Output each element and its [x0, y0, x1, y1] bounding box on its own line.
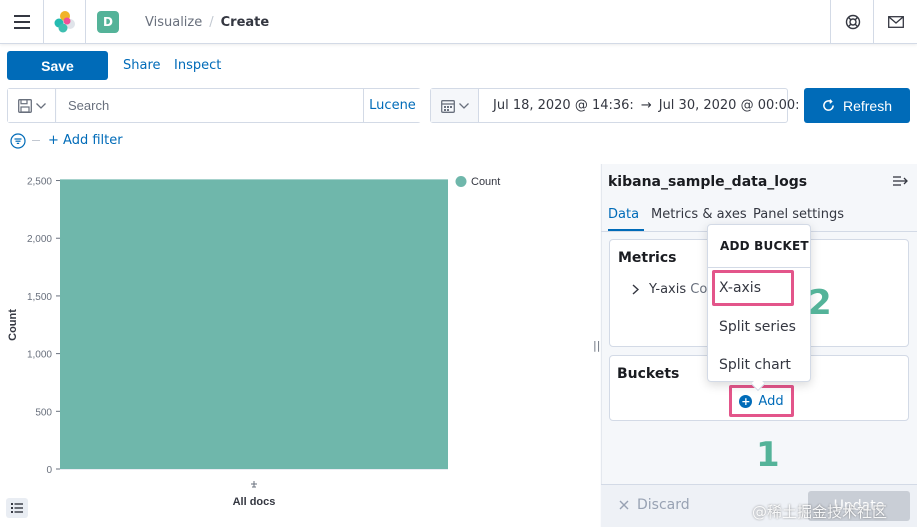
- discard-button[interactable]: Discard: [619, 497, 690, 513]
- filter-divider: [32, 140, 40, 141]
- annotation-step-2: 2: [808, 283, 832, 323]
- y-tick-label: 2,000: [27, 234, 52, 245]
- legend-swatch[interactable]: [455, 176, 467, 187]
- discard-label: Discard: [637, 497, 690, 513]
- refresh-button[interactable]: Refresh: [804, 88, 910, 123]
- metric-y-axis-desc: Co: [690, 282, 708, 297]
- metric-y-axis-label: Y-axis: [649, 282, 687, 297]
- legend-label-count[interactable]: Count: [471, 176, 500, 188]
- x-axis-highlight: [712, 270, 794, 306]
- add-filter-button[interactable]: + Add filter: [48, 133, 123, 148]
- refresh-label: Refresh: [842, 97, 893, 114]
- y-tick-label: 0: [46, 465, 52, 476]
- kibana-logo[interactable]: [44, 0, 86, 44]
- save-disk-icon: [17, 98, 32, 113]
- chevron-right-icon: [632, 284, 639, 295]
- y-tick-label: 2,500: [27, 177, 52, 188]
- date-range: Jul 18, 2020 @ 14:36: → Jul 30, 2020 @ 0…: [493, 89, 800, 122]
- arrow-right-icon: →: [640, 98, 652, 113]
- x-tick-mark: [251, 481, 257, 488]
- tab-data[interactable]: Data: [608, 207, 644, 231]
- metric-y-axis-row[interactable]: Y-axis Co: [632, 282, 707, 297]
- saved-query-button[interactable]: [8, 89, 56, 122]
- query-bar: Lucene: [7, 88, 421, 123]
- chevron-down-icon: [35, 102, 46, 109]
- panel-resize-handle[interactable]: ||: [593, 339, 600, 352]
- chevron-down-icon: [458, 102, 469, 109]
- help-button[interactable]: [830, 0, 874, 44]
- breadcrumb-separator: /: [209, 14, 214, 30]
- newsfeed-button[interactable]: [873, 0, 917, 44]
- date-picker: Jul 18, 2020 @ 14:36: → Jul 30, 2020 @ 0…: [430, 88, 800, 123]
- metrics-title: Metrics: [618, 250, 677, 266]
- calendar-icon: [440, 99, 455, 113]
- collapse-sidebar-icon[interactable]: [893, 175, 908, 187]
- save-button[interactable]: Save: [7, 51, 108, 80]
- inspect-link[interactable]: Inspect: [174, 58, 221, 73]
- elastic-logo-icon: [54, 11, 75, 33]
- bar-all-docs[interactable]: [60, 179, 448, 469]
- hamburger-icon: [13, 15, 30, 29]
- bar-chart: 05001,0001,5002,0002,500 All docs Count …: [7, 176, 500, 508]
- quick-date-button[interactable]: [431, 89, 479, 122]
- y-axis: 0 500 1,000 1,500 2,000 2,500: [27, 177, 60, 476]
- plus-circle-icon: +: [739, 394, 753, 408]
- search-input[interactable]: [57, 89, 363, 122]
- legend-toggle-button[interactable]: [6, 498, 28, 518]
- legend: Count: [455, 176, 500, 188]
- add-label: Add: [758, 393, 784, 409]
- buckets-title: Buckets: [617, 366, 680, 382]
- end-date[interactable]: Jul 30, 2020 @ 00:00:: [659, 98, 800, 113]
- y-axis-label: Count: [7, 309, 19, 341]
- refresh-icon: [823, 99, 834, 111]
- add-bucket-button[interactable]: + Add: [729, 385, 794, 417]
- filter-options-icon[interactable]: [10, 133, 26, 149]
- breadcrumb-visualize[interactable]: Visualize: [145, 15, 202, 30]
- y-tick-label: 1,500: [27, 292, 52, 303]
- menu-item-split-series[interactable]: Split series: [719, 319, 796, 335]
- space-avatar: D: [97, 11, 119, 33]
- start-date[interactable]: Jul 18, 2020 @ 14:36:: [493, 98, 634, 113]
- popover-title: ADD BUCKET: [720, 239, 809, 253]
- y-tick-label: 1,000: [27, 350, 52, 361]
- menu-button[interactable]: [0, 0, 44, 44]
- cross-icon: [619, 500, 629, 510]
- list-icon: [11, 503, 23, 513]
- watermark: @稀土掘金技术社区: [752, 503, 888, 521]
- breadcrumb: Visualize / Create: [145, 0, 269, 44]
- breadcrumb-create: Create: [220, 14, 270, 30]
- help-lifebuoy-icon: [845, 14, 860, 30]
- share-link[interactable]: Share: [123, 58, 161, 73]
- space-selector[interactable]: D: [86, 0, 130, 44]
- x-tick-label: All docs: [233, 496, 276, 508]
- popover-divider: [708, 267, 810, 268]
- mail-icon: [887, 16, 904, 28]
- query-language-button[interactable]: Lucene: [363, 89, 421, 122]
- menu-item-split-chart[interactable]: Split chart: [719, 357, 791, 373]
- top-header: D Visualize / Create: [0, 0, 917, 44]
- y-tick-label: 500: [35, 407, 52, 418]
- annotation-step-1: 1: [756, 435, 780, 475]
- index-pattern-title: kibana_sample_data_logs: [608, 174, 808, 190]
